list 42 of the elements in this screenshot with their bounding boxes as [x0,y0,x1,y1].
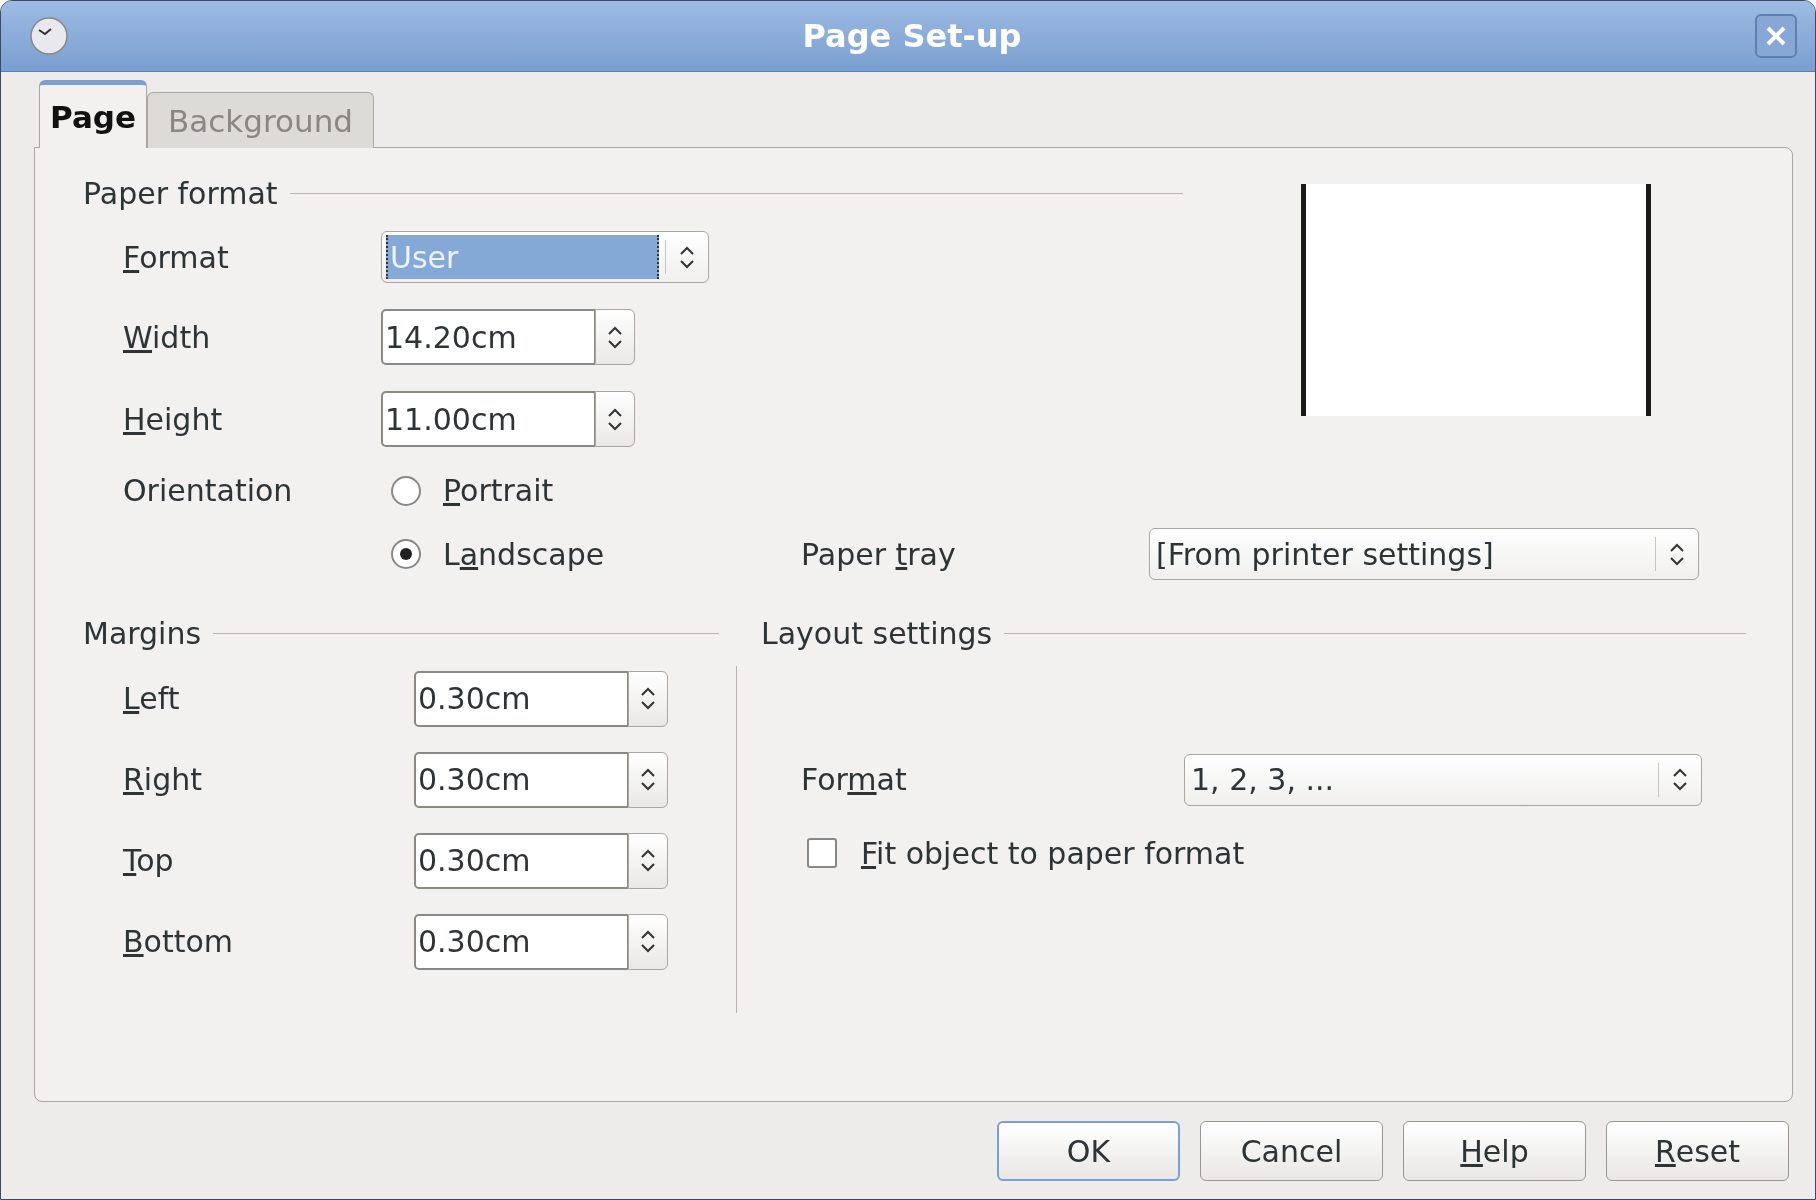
spin-button[interactable] [628,751,668,808]
tab[interactable]: Page [39,80,148,148]
section-heading: Paper format [83,175,278,211]
spin-button[interactable] [628,913,668,970]
spin-button[interactable] [595,309,635,365]
field-label: Format [801,762,908,797]
close-button[interactable] [1755,14,1797,58]
margin-field[interactable]: 0.30cm [414,751,628,808]
margin-field[interactable]: 0.30cm [414,913,628,970]
field-label: Bottom [123,924,235,959]
spin-button[interactable] [628,670,668,727]
field-label: Right [123,762,203,797]
paper-tray-dropdown[interactable]: [From printer settings] [1149,528,1699,580]
app-icon [29,16,69,56]
field-label: Left [123,681,181,716]
field-label: Height [123,401,224,437]
radio-button[interactable] [391,539,421,569]
dialog-button[interactable]: Cancel [1200,1121,1383,1181]
field-label: Paper tray [801,536,957,572]
radio-button[interactable] [391,475,421,506]
field-label: Width [123,319,212,355]
checkbox-label[interactable]: Fit object to paper format [861,835,1245,871]
close-icon [1764,24,1788,48]
section-heading: Margins [83,615,202,651]
field-label: Orientation [123,473,294,508]
height-field[interactable]: 11.00cm [381,391,595,447]
page-number-format-dropdown[interactable]: 1, 2, 3, ... [1184,753,1702,806]
checkbox[interactable] [807,838,837,868]
margin-field[interactable]: 0.30cm [414,832,628,889]
spin-button[interactable] [628,832,668,889]
dialog-button[interactable]: Reset [1606,1121,1789,1181]
field-label: Format [123,239,230,275]
margin-field[interactable]: 0.30cm [414,670,628,727]
field-label: Top [123,843,175,878]
width-field[interactable]: 14.20cm [381,309,595,365]
option-label[interactable]: Portrait [443,473,554,508]
option-label[interactable]: Landscape [443,536,605,572]
section-heading: Layout settings [761,615,993,651]
dialog-button[interactable]: OK [997,1121,1180,1181]
window-title: Page Set-up [801,17,1023,55]
dialog-button[interactable]: Help [1403,1121,1586,1181]
spin-button[interactable] [595,391,635,447]
